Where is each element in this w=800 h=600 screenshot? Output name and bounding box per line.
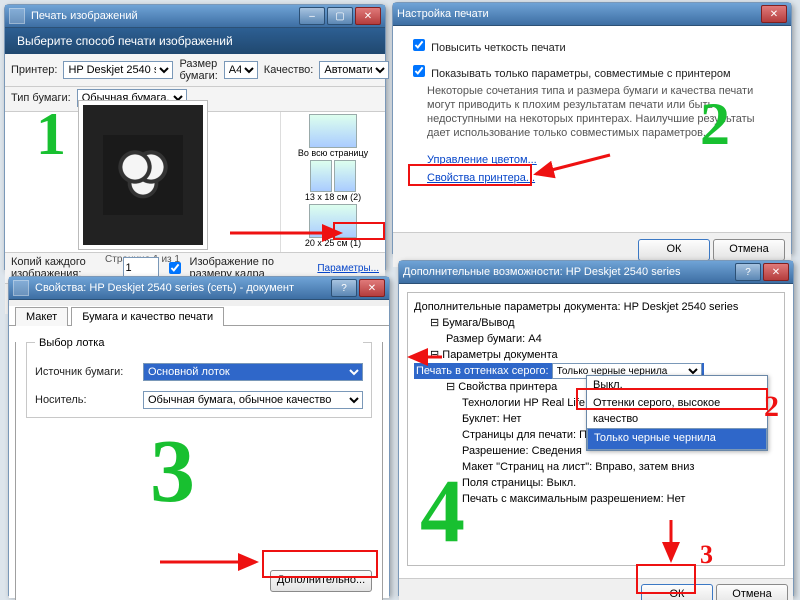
color-management-link[interactable]: Управление цветом... [427,154,537,166]
app-icon [9,8,25,24]
paper-type-label: Тип бумаги: [11,92,71,104]
win1-subtitle: Выберите способ печати изображений [5,28,385,54]
printer-label: Принтер: [11,64,57,76]
compatible-label: Показывать только параметры, совместимые… [431,68,730,80]
printer-icon [13,280,29,296]
tree-paper-output[interactable]: ⊟ Бумага/Вывод [414,315,778,331]
printer-select[interactable]: HP Deskjet 2540 series (сеть) [63,61,173,79]
source-select[interactable]: Основной лоток [143,363,363,381]
compat-note: Некоторые сочетания типа и размера бумаг… [427,84,775,140]
layout-option-20x25[interactable]: 20 x 25 см (1) [283,204,383,248]
win3-title: Свойства: HP Deskjet 2540 series (сеть) … [35,282,331,294]
cancel-button[interactable]: Отмена [716,584,788,600]
dd-opt-off[interactable]: Выкл. [587,376,767,394]
win1-titlebar: Печать изображений – ▢ ✕ [5,5,385,28]
close-button[interactable]: ✕ [355,7,381,25]
close-button[interactable]: ✕ [763,263,789,281]
win4-title: Дополнительные возможности: HP Deskjet 2… [403,266,735,278]
compatible-checkbox[interactable] [413,65,425,77]
tree-maxres[interactable]: Печать с максимальным разрешением: Нет [414,491,778,507]
params-link[interactable]: Параметры... [317,263,379,274]
ok-button[interactable]: ОК [638,239,710,261]
layout-option-full[interactable]: Во всю страницу [283,114,383,158]
tree-doc-params[interactable]: ⊟ Параметры документа [414,347,778,363]
preview-image [83,105,203,245]
close-button[interactable]: ✕ [761,5,787,23]
paper-size-select[interactable]: A4 [224,61,258,79]
minimize-button[interactable]: – [299,7,325,25]
grayscale-dropdown[interactable]: Выкл. Оттенки серого, высокое качество Т… [586,375,768,451]
tray-group-label: Выбор лотка [35,337,363,349]
paper-size-label: Размер бумаги: [179,58,217,82]
win2-titlebar: Настройка печати ✕ [393,3,791,26]
quality-label: Качество: [264,64,314,76]
tab-layout[interactable]: Макет [15,307,68,326]
layout-option-13x18[interactable]: 13 x 18 см (2) [283,160,383,202]
source-label: Источник бумаги: [35,366,135,378]
tree-layout[interactable]: Макет "Страниц на лист": Вправо, затем в… [414,459,778,475]
sharpen-checkbox[interactable] [413,39,425,51]
help-button[interactable]: ? [735,263,761,281]
win4-titlebar: Дополнительные возможности: HP Deskjet 2… [399,261,793,284]
tree-margins[interactable]: Поля страницы: Выкл. [414,475,778,491]
dd-opt-blackonly[interactable]: Только черные чернила [587,428,767,450]
fit-checkbox[interactable] [169,262,181,274]
printer-properties-link[interactable]: Свойства принтера... [427,172,535,184]
tree-paper-size[interactable]: Размер бумаги: A4 [414,331,778,347]
dd-opt-hq[interactable]: Оттенки серого, высокое качество [587,394,767,428]
help-button[interactable]: ? [331,279,357,297]
cancel-button[interactable]: Отмена [713,239,785,261]
media-select[interactable]: Обычная бумага, обычное качество [143,391,363,409]
advanced-tree[interactable]: Дополнительные параметры документа: HP D… [407,292,785,566]
maximize-button[interactable]: ▢ [327,7,353,25]
close-button[interactable]: ✕ [359,279,385,297]
tree-root: Дополнительные параметры документа: HP D… [414,299,778,315]
win3-titlebar: Свойства: HP Deskjet 2540 series (сеть) … [9,277,389,300]
media-label: Носитель: [35,394,135,406]
sharpen-label: Повысить четкость печати [431,42,566,54]
tab-paper-quality[interactable]: Бумага и качество печати [71,307,224,326]
advanced-button[interactable]: Дополнительно... [270,570,372,592]
win2-title: Настройка печати [397,8,761,20]
quality-select[interactable]: Автоматически [319,61,389,79]
ok-button[interactable]: ОК [641,584,713,600]
win1-title: Печать изображений [31,10,299,22]
